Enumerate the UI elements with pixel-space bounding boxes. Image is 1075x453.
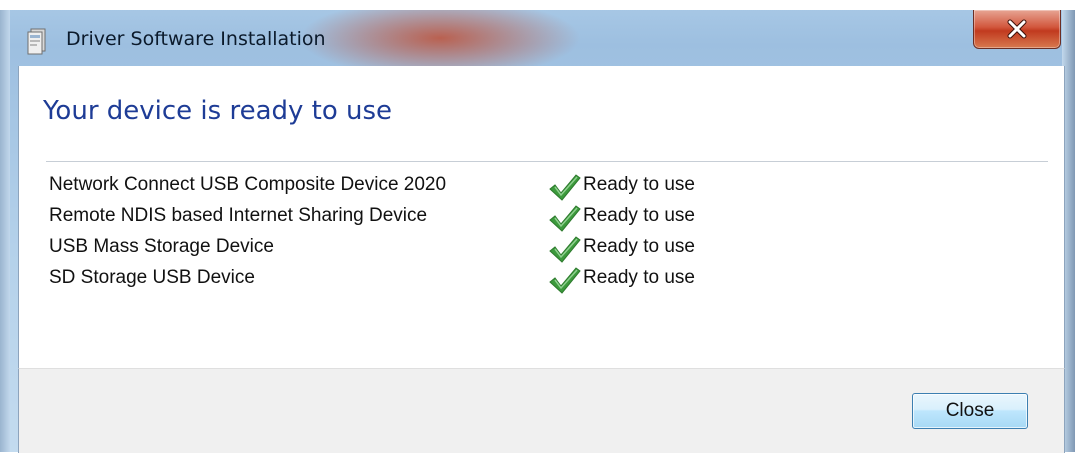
device-name: Remote NDIS based Internet Sharing Devic… [49, 205, 428, 226]
device-list: Network Connect USB Composite Device 202… [49, 172, 1049, 296]
device-status: Ready to use [583, 236, 695, 257]
close-x-icon [1006, 19, 1028, 39]
dialog-footer: Close [18, 368, 1065, 453]
close-button[interactable]: Close [912, 393, 1028, 429]
green-check-icon [547, 172, 581, 202]
device-row: USB Mass Storage Device Ready to use [49, 234, 1049, 265]
green-check-icon [547, 265, 581, 295]
device-status: Ready to use [583, 174, 695, 195]
driver-installer-icon [27, 27, 51, 55]
green-check-icon [547, 234, 581, 264]
device-row: SD Storage USB Device Ready to use [49, 265, 1049, 296]
device-row: Network Connect USB Composite Device 202… [49, 172, 1049, 203]
title-bar[interactable]: Driver Software Installation [10, 10, 1062, 65]
divider [46, 161, 1048, 162]
dialog-content: Your device is ready to use Network Conn… [18, 66, 1065, 368]
frame-top-edge [0, 0, 1075, 10]
device-name: USB Mass Storage Device [49, 236, 274, 257]
frame-left-edge [0, 10, 10, 452]
window-close-button[interactable] [973, 10, 1061, 49]
page-title: Your device is ready to use [43, 96, 393, 126]
device-status: Ready to use [583, 267, 695, 288]
device-name: SD Storage USB Device [49, 267, 255, 288]
device-name: Network Connect USB Composite Device 202… [49, 174, 447, 195]
green-check-icon [547, 203, 581, 233]
window-title: Driver Software Installation [66, 28, 326, 50]
device-status: Ready to use [583, 205, 695, 226]
device-row: Remote NDIS based Internet Sharing Devic… [49, 203, 1049, 234]
